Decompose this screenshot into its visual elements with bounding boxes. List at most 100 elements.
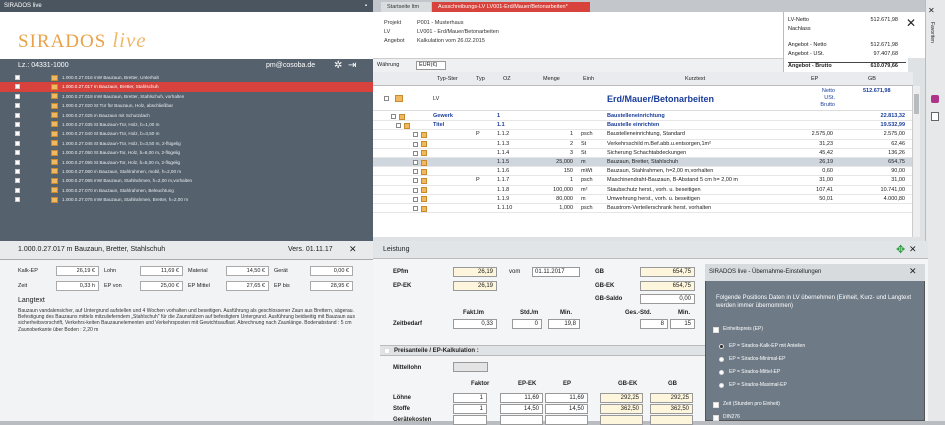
tree-checkbox[interactable] bbox=[15, 103, 20, 109]
col-typ[interactable]: Typ bbox=[476, 76, 485, 82]
preis-cell[interactable] bbox=[545, 415, 588, 425]
settings-icon[interactable]: ✲ bbox=[334, 61, 342, 71]
zeit-min-input[interactable]: 19,8 bbox=[548, 319, 580, 329]
tab-startseite[interactable]: Startseite ltm bbox=[381, 2, 431, 12]
vom-date[interactable]: 01.11.2017 bbox=[532, 267, 580, 277]
tag-icon[interactable] bbox=[931, 95, 939, 103]
lv-row[interactable]: 1.1.4 3 St Sicherung Schachtabdeckungen 45,4… bbox=[373, 149, 913, 158]
logout-icon[interactable]: ⇥ bbox=[348, 61, 356, 71]
move-icon[interactable]: ✥ bbox=[896, 243, 905, 256]
lv-row[interactable]: Titel 1.1 Baustelle einrichten 19.532,99 bbox=[373, 121, 913, 131]
preis-cell[interactable]: 11,69 bbox=[500, 393, 543, 403]
zeit-min2-input[interactable]: 15 bbox=[670, 319, 695, 329]
tree-item[interactable]: 1.000.0.27.045 St Bauzaun-Tür, Holz, b=3… bbox=[0, 139, 373, 148]
preis-cell[interactable] bbox=[650, 415, 693, 425]
preis-cell[interactable]: 14,50 bbox=[545, 404, 588, 414]
ep-radio[interactable] bbox=[719, 383, 724, 388]
col-kurztext[interactable]: Kurztext bbox=[685, 76, 705, 82]
zeit-std-input[interactable]: 0 bbox=[512, 319, 542, 329]
tree-item[interactable]: 1.000.0.27.040 St Bauzaun-Tür, Holz, b=3… bbox=[0, 129, 373, 138]
lv-row[interactable]: 1.1.8 100,000 m² Staubschutz herst., vorh. … bbox=[373, 186, 913, 195]
tree-checkbox[interactable] bbox=[15, 197, 20, 203]
lv-row[interactable]: 1.1.5 25,000 m Bauzaun, Bretter, Stahlschuh… bbox=[373, 158, 913, 168]
grid-scrollbar[interactable] bbox=[912, 86, 920, 237]
preis-cell[interactable]: 14,50 bbox=[500, 404, 543, 414]
tree-checkbox[interactable] bbox=[15, 150, 20, 156]
preis-cell[interactable] bbox=[600, 415, 643, 425]
tree-item[interactable]: 1.000.0.27.060 m Bauzaun, Stahlrahmen, m… bbox=[0, 167, 373, 176]
tree-item[interactable]: 1.000.0.27.016 mW Bauzaun, Bretter, Unte… bbox=[0, 73, 373, 82]
lv-row[interactable]: P 1.1.2 1 psch Baustelleneinrichtung, Standa… bbox=[373, 130, 913, 140]
zeit-checkbox[interactable] bbox=[713, 402, 719, 408]
close-leistung-icon[interactable]: ✕ bbox=[909, 244, 917, 255]
zeit-fakt-input[interactable]: 0,33 bbox=[453, 319, 497, 329]
ep-radio[interactable] bbox=[719, 370, 724, 375]
lv-row[interactable]: 1.1.6 150 mWt Bauzaun, Stahlrahmen, h=2,00 … bbox=[373, 167, 913, 177]
lv-row[interactable]: 1.1.9 80,000 m Umwehrung herst., vorh. u. b… bbox=[373, 195, 913, 204]
row-checkbox[interactable] bbox=[391, 114, 396, 119]
dialog-close-icon[interactable]: ✕ bbox=[909, 266, 917, 277]
ep-radio[interactable] bbox=[719, 357, 724, 362]
tree-item[interactable]: 1.000.0.27.018 mW Bauzaun, Bretter, Stah… bbox=[0, 92, 373, 101]
ep-ek-input[interactable]: 26,19 bbox=[453, 281, 497, 291]
col-gb[interactable]: GB bbox=[868, 76, 876, 82]
row-checkbox[interactable] bbox=[413, 141, 418, 147]
preis-cell[interactable]: 11,69 bbox=[545, 393, 588, 403]
preis-cell[interactable]: 362,50 bbox=[650, 404, 693, 414]
tree-checkbox[interactable] bbox=[15, 178, 20, 184]
row-checkbox[interactable] bbox=[413, 160, 418, 165]
col-menge[interactable]: Menge bbox=[543, 76, 560, 82]
tree-item[interactable]: 1.000.0.27.050 St Bauzaun-Tor, Holz, b=6… bbox=[0, 148, 373, 157]
tree-checkbox[interactable] bbox=[15, 75, 20, 80]
tree-item[interactable]: 1.000.0.27.075 mW Bauzaun, Stahlrahmen, … bbox=[0, 195, 373, 204]
preis-cell[interactable]: 1 bbox=[453, 393, 487, 403]
close-lv-icon[interactable]: ✕ bbox=[906, 16, 916, 30]
ep-radio[interactable] bbox=[719, 344, 724, 349]
tree-item[interactable]: 1.000.0.27.020 St Tür für Bauzaun, Holz,… bbox=[0, 101, 373, 110]
col-einh[interactable]: Einh bbox=[583, 76, 594, 82]
row-checkbox[interactable] bbox=[413, 187, 418, 193]
mittellohn-input[interactable] bbox=[453, 362, 488, 372]
document-icon[interactable] bbox=[931, 112, 939, 121]
preis-cell[interactable] bbox=[500, 415, 543, 425]
tree-item[interactable]: 1.000.0.27.070 m Bauzaun, Stahlrahmen, B… bbox=[0, 186, 373, 195]
din-checkbox[interactable] bbox=[713, 415, 719, 421]
lv-row[interactable]: 1.1.3 2 St Verkehrsschild m.Bef.abb.u.entso… bbox=[373, 140, 913, 149]
tab-ausschreibung[interactable]: Ausschreibungs-LV LV001-Erd/Mauer/Betona… bbox=[432, 2, 590, 12]
tree-checkbox[interactable] bbox=[15, 93, 20, 99]
tree-item[interactable]: 1.000.0.27.065 mW Bauzaun, Stahlrahmen, … bbox=[0, 176, 373, 185]
preis-cell[interactable]: 292,25 bbox=[650, 393, 693, 403]
preis-cell[interactable]: 1 bbox=[453, 404, 487, 414]
tree-item[interactable]: 1.000.0.27.025 m Bauzaun mit Schutzdach bbox=[0, 111, 373, 120]
row-checkbox[interactable] bbox=[413, 169, 418, 175]
tree-item[interactable]: 1.000.0.27.055 St Bauzaun-Tor, Holz, b=5… bbox=[0, 158, 373, 167]
preis-cell[interactable]: 362,50 bbox=[600, 404, 643, 414]
ep-checkbox[interactable] bbox=[713, 327, 719, 333]
lv-row[interactable]: 1.1.10 1,000 psch Baustrom-Verteilerschrank… bbox=[373, 204, 913, 214]
tree-item[interactable]: 1.000.0.27.017 m Bauzaun, Bretter, Stahl… bbox=[0, 82, 373, 92]
tree-item[interactable]: 1.000.0.27.035 St Bauzaun-Tür, Holz, b=1… bbox=[0, 120, 373, 129]
lv-row[interactable]: P 1.1.7 1 psch Maschinendraht-Bauzaun, B-Abs… bbox=[373, 176, 913, 186]
tree-checkbox[interactable] bbox=[15, 168, 20, 174]
col-ep[interactable]: EP bbox=[811, 76, 818, 82]
close-fav-icon[interactable]: ✕ bbox=[928, 6, 935, 15]
epfm-input[interactable]: 26,19 bbox=[453, 267, 497, 277]
col-typster[interactable]: Typ-Ster bbox=[437, 76, 458, 82]
lv-root-row[interactable]: LV Erd/Mauer/Betonarbeiten Netto USt. Brut… bbox=[373, 87, 913, 111]
row-checkbox[interactable] bbox=[413, 196, 418, 202]
lv-row[interactable]: Gewerk 1 Baustelleneinrichtung 22.813,32 bbox=[373, 112, 913, 122]
row-checkbox[interactable] bbox=[413, 132, 418, 138]
tree-checkbox[interactable] bbox=[15, 121, 20, 127]
tree-checkbox[interactable] bbox=[15, 159, 20, 165]
currency-select[interactable]: EUR(€) bbox=[416, 61, 446, 70]
preis-cell[interactable]: 292,25 bbox=[600, 393, 643, 403]
favorites-label[interactable]: Favoriten bbox=[929, 22, 935, 43]
preis-cell[interactable] bbox=[453, 415, 487, 425]
tree-checkbox[interactable] bbox=[15, 112, 20, 118]
tree-checkbox[interactable] bbox=[15, 84, 20, 90]
row-checkbox[interactable] bbox=[413, 206, 418, 211]
tree-checkbox[interactable] bbox=[15, 131, 20, 137]
col-oz[interactable]: OZ bbox=[503, 76, 511, 82]
tree-checkbox[interactable] bbox=[15, 187, 20, 193]
tree-checkbox[interactable] bbox=[15, 140, 20, 146]
